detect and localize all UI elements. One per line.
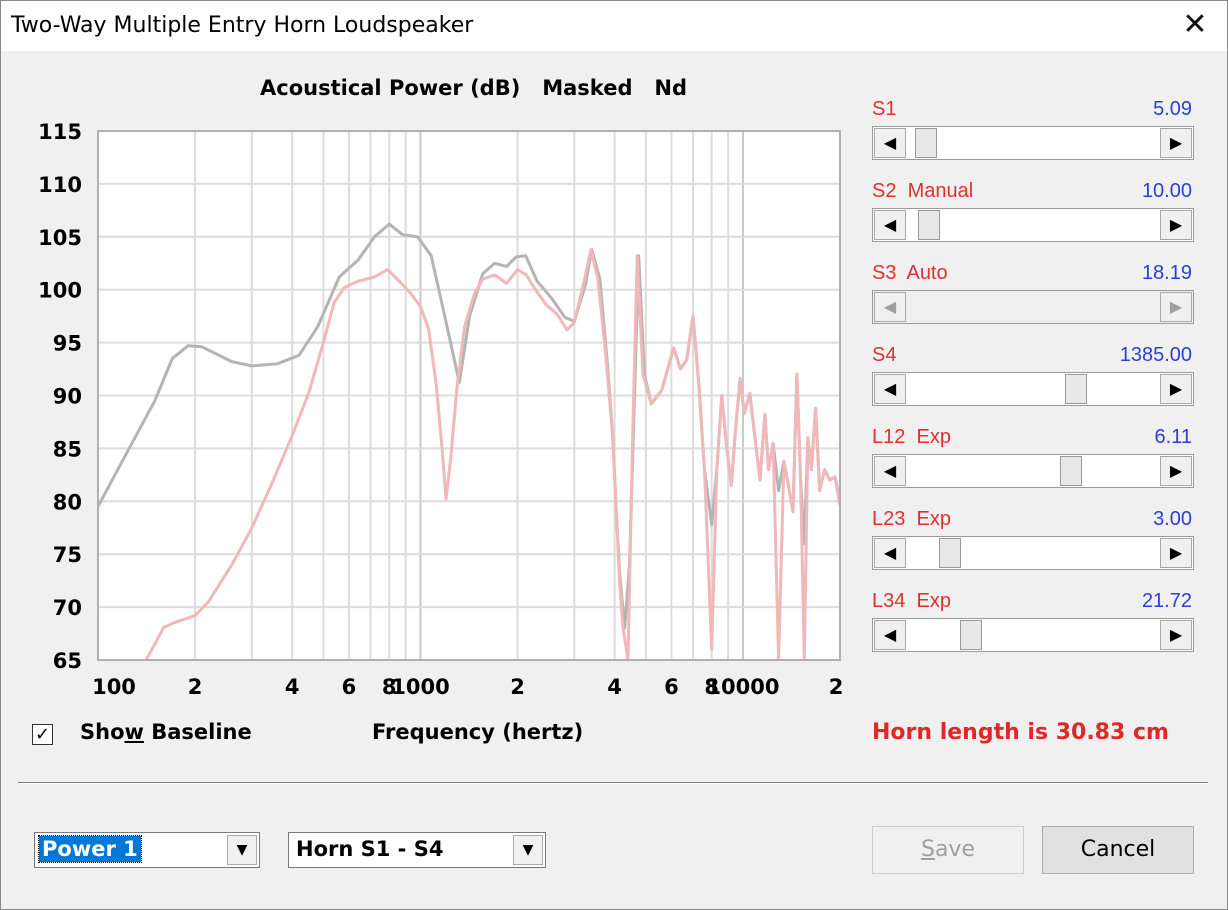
scroll-right-icon[interactable]: ▶ [1160, 292, 1192, 322]
x-tick-label: 2 [188, 675, 203, 699]
slider-label: S2 Manual [872, 180, 974, 202]
scroll-left-icon[interactable]: ◀ [874, 292, 906, 322]
window-title: Two-Way Multiple Entry Horn Loudspeaker [11, 13, 474, 38]
close-icon[interactable]: ✕ [1177, 7, 1213, 43]
response-type-value: Power 1 [38, 835, 142, 863]
slider-scrollbar[interactable]: ◀ ▶ [872, 126, 1194, 160]
slider-value: 10.00 [1141, 180, 1192, 202]
slider-label: L12 Exp [872, 426, 951, 448]
scroll-left-icon[interactable]: ◀ [874, 210, 906, 240]
slider-thumb[interactable] [938, 538, 961, 568]
scroll-left-icon[interactable]: ◀ [874, 456, 906, 486]
slider-scrollbar[interactable]: ◀ ▶ [872, 290, 1194, 324]
chevron-down-icon[interactable]: ▼ [227, 835, 257, 865]
checkbox-box[interactable]: ✓ [32, 724, 53, 745]
show-baseline-label: Show Baseline [80, 720, 252, 744]
y-tick-label: 115 [38, 120, 82, 144]
response-type-combo[interactable]: Power 1 ▼ [34, 832, 260, 868]
slider-thumb[interactable] [959, 620, 982, 650]
y-tick-label: 65 [53, 649, 82, 673]
x-tick-label: 1000 [391, 675, 449, 699]
scroll-left-icon[interactable]: ◀ [874, 374, 906, 404]
slider-label: S4 [872, 344, 897, 366]
chevron-down-icon[interactable]: ▼ [513, 835, 543, 865]
save-button[interactable]: Save [872, 826, 1024, 874]
scroll-left-icon[interactable]: ◀ [874, 538, 906, 568]
slider-value: 21.72 [1141, 590, 1192, 612]
x-tick-label: 6 [664, 675, 679, 699]
slider-label: L23 Exp [872, 508, 951, 530]
y-tick-label: 70 [53, 596, 82, 620]
y-tick-label: 95 [53, 332, 82, 356]
y-tick-label: 110 [38, 173, 82, 197]
x-tick-label: 4 [285, 675, 300, 699]
slider-value: 1385.00 [1119, 344, 1192, 366]
y-tick-label: 90 [53, 385, 82, 409]
x-tick-label: 2 [510, 675, 525, 699]
x-tick-label: 6 [342, 675, 357, 699]
y-tick-label: 75 [53, 543, 82, 567]
scroll-right-icon[interactable]: ▶ [1160, 538, 1192, 568]
y-tick-label: 85 [53, 437, 82, 461]
title-bar: Two-Way Multiple Entry Horn Loudspeaker … [1, 1, 1227, 51]
horn-length-text: Horn length is 30.83 cm [872, 720, 1169, 745]
x-axis-label: Frequency (hertz) [372, 720, 584, 744]
slider-value: 6.11 [1154, 426, 1192, 448]
slider-value: 3.00 [1153, 508, 1192, 530]
slider-value: 5.09 [1153, 98, 1192, 120]
y-tick-label: 105 [38, 226, 82, 250]
cancel-button[interactable]: Cancel [1042, 826, 1194, 874]
save-mnemonic: S [920, 837, 935, 862]
save-label: ave [934, 837, 975, 862]
slider-scrollbar[interactable]: ◀ ▶ [872, 536, 1194, 570]
horn-range-value: Horn S1 - S4 [296, 837, 444, 861]
slider-label: S3 Auto [872, 262, 948, 284]
y-tick-label: 100 [38, 279, 82, 303]
scroll-right-icon[interactable]: ▶ [1160, 456, 1192, 486]
slider-thumb[interactable] [915, 128, 938, 158]
x-tick-label: 100 [92, 675, 136, 699]
slider-label: L34 Exp [872, 590, 951, 612]
scroll-right-icon[interactable]: ▶ [1160, 128, 1192, 158]
slider-thumb[interactable] [1065, 374, 1088, 404]
label-part-1: Sho [80, 720, 125, 744]
scroll-right-icon[interactable]: ▶ [1160, 620, 1192, 650]
slider-label: S1 [872, 98, 897, 120]
label-mnemonic: w [124, 720, 144, 744]
slider-value: 18.19 [1141, 262, 1192, 284]
x-tick-label: 4 [607, 675, 622, 699]
separator-line [18, 782, 1208, 784]
frequency-response-chart: 11511010510095908580757065100 2 4 6 81000 2 4 6… [38, 120, 844, 699]
label-part-2: Baseline [143, 720, 252, 744]
slider-scrollbar[interactable]: ◀ ▶ [872, 618, 1194, 652]
scroll-right-icon[interactable]: ▶ [1160, 210, 1192, 240]
slider-scrollbar[interactable]: ◀ ▶ [872, 372, 1194, 406]
slider-thumb[interactable] [1060, 456, 1083, 486]
scroll-left-icon[interactable]: ◀ [874, 620, 906, 650]
x-tick-label: 10000 [706, 675, 779, 699]
chart-title: Acoustical Power (dB) Masked Nd [260, 76, 688, 100]
slider-scrollbar[interactable]: ◀ ▶ [872, 208, 1194, 242]
x-tick-label: 2 [829, 675, 844, 699]
slider-thumb[interactable] [917, 210, 940, 240]
y-tick-label: 80 [53, 490, 82, 514]
scroll-left-icon[interactable]: ◀ [874, 128, 906, 158]
scroll-right-icon[interactable]: ▶ [1160, 374, 1192, 404]
horn-range-combo[interactable]: Horn S1 - S4 ▼ [288, 832, 546, 868]
slider-scrollbar[interactable]: ◀ ▶ [872, 454, 1194, 488]
